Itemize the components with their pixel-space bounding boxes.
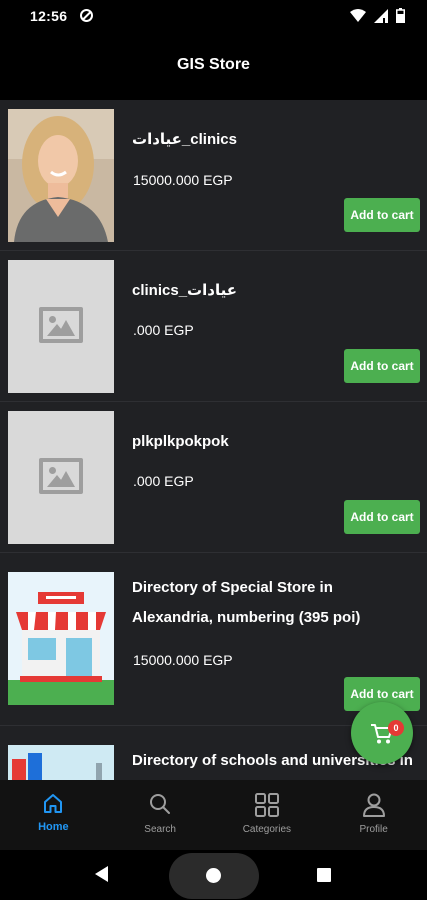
nav-home[interactable]: Home xyxy=(0,780,107,850)
do-not-disturb-icon xyxy=(80,9,93,22)
page-title: GIS Store xyxy=(177,56,250,73)
nav-profile-label: Profile xyxy=(359,824,388,835)
product-price: 15000.000 EGP xyxy=(133,652,233,668)
nav-categories-label: Categories xyxy=(242,824,292,835)
product-image[interactable] xyxy=(8,260,114,393)
status-time: 12:56 xyxy=(30,8,68,24)
back-icon[interactable] xyxy=(95,866,108,882)
home-icon xyxy=(44,794,63,813)
product-image[interactable] xyxy=(8,411,114,544)
product-name: عيادات_clinics xyxy=(132,131,237,148)
signal-icon xyxy=(374,8,388,23)
nav-categories[interactable]: Categories xyxy=(214,780,321,850)
battery-icon xyxy=(396,8,405,23)
add-to-cart-button[interactable]: Add to cart xyxy=(344,349,420,383)
status-icons xyxy=(350,8,405,23)
categories-icon xyxy=(254,793,279,817)
product-list[interactable]: عيادات_clinics 15000.000 EGP Add to cart… xyxy=(0,100,427,780)
product-price: .000 EGP xyxy=(133,322,194,338)
nav-profile[interactable]: Profile xyxy=(320,780,427,850)
image-placeholder-icon xyxy=(39,458,83,494)
nav-search-label: Search xyxy=(144,824,176,835)
search-icon xyxy=(150,794,171,814)
wifi-icon xyxy=(350,8,366,22)
image-placeholder-icon xyxy=(39,307,83,343)
product-name: clinics_عيادات xyxy=(132,282,237,299)
product-name: plkplkpokpok xyxy=(132,433,229,450)
product-name: Directory of Special Store in Alexandria… xyxy=(132,579,361,626)
system-nav-bar xyxy=(0,850,427,900)
nav-search[interactable]: Search xyxy=(107,780,214,850)
status-bar: 12:56 xyxy=(0,0,427,34)
app-bar: GIS Store xyxy=(0,34,427,100)
bottom-nav: Home Search Categories Profile xyxy=(0,780,427,850)
recents-icon[interactable] xyxy=(317,868,331,882)
add-to-cart-button[interactable]: Add to cart xyxy=(344,500,420,534)
profile-icon xyxy=(362,793,385,817)
product-card[interactable]: Directory of Special Store in Alexandria… xyxy=(0,553,427,726)
cart-count-badge: 0 xyxy=(388,720,404,736)
product-card[interactable]: عيادات_clinics 15000.000 EGP Add to cart xyxy=(0,100,427,251)
product-price: 15000.000 EGP xyxy=(133,172,233,188)
product-card[interactable]: plkplkpokpok .000 EGP Add to cart xyxy=(0,402,427,553)
product-image[interactable] xyxy=(8,572,114,705)
product-image[interactable] xyxy=(8,745,114,780)
home-dot-icon xyxy=(206,868,221,883)
add-to-cart-button[interactable]: Add to cart xyxy=(344,198,420,232)
product-card[interactable]: clinics_عيادات .000 EGP Add to cart xyxy=(0,251,427,402)
product-price: .000 EGP xyxy=(133,473,194,489)
nav-home-label: Home xyxy=(38,821,69,833)
product-image[interactable] xyxy=(8,109,114,242)
cart-button[interactable]: 0 xyxy=(351,702,413,764)
